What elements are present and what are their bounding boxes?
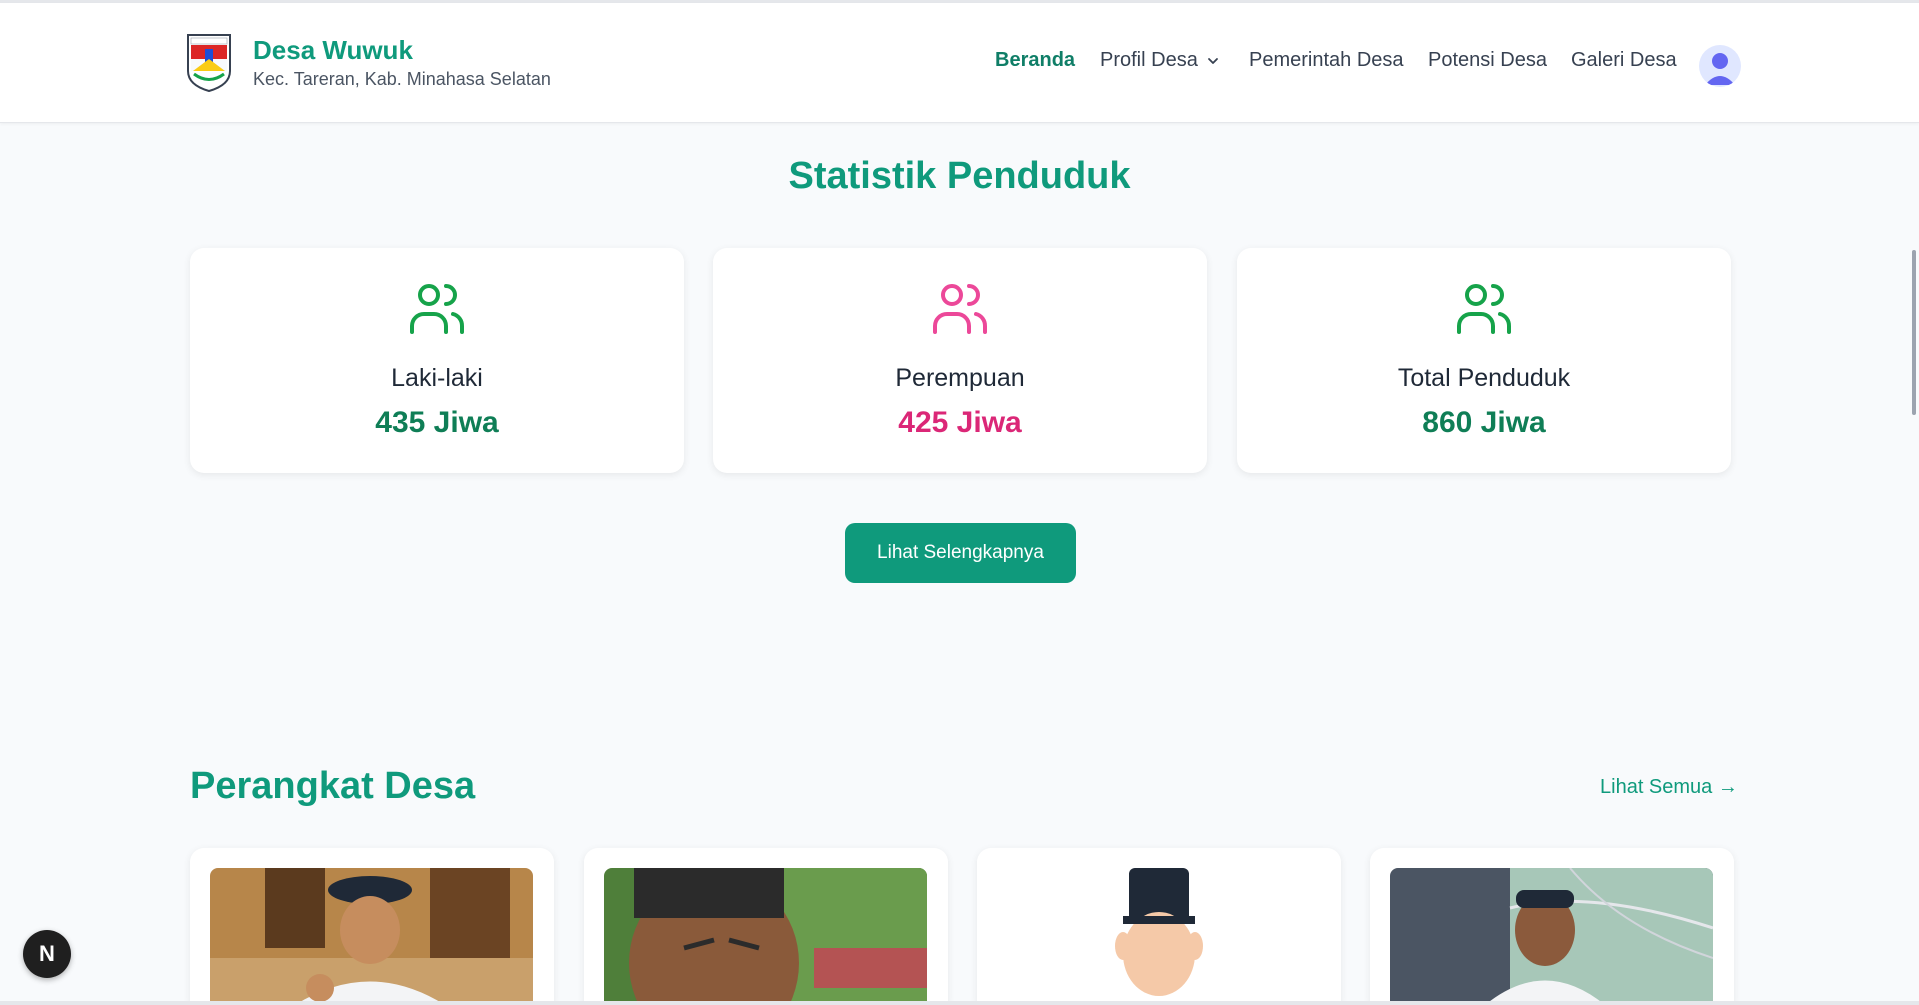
stat-card-total: Total Penduduk 860 Jiwa xyxy=(1237,248,1731,473)
staff-photo xyxy=(997,868,1320,1005)
users-icon xyxy=(933,284,987,334)
stats-title: Statistik Penduduk xyxy=(788,155,1131,197)
avatar[interactable] xyxy=(1699,45,1741,87)
stat-value: 425 Jiwa xyxy=(898,406,1022,439)
navbar: Desa Wuwuk Kec. Tareran, Kab. Minahasa S… xyxy=(0,3,1919,123)
main-nav: Beranda Profil Desa Pemerintah Desa Pote… xyxy=(0,49,1919,89)
staff-section-title: Perangkat Desa xyxy=(190,765,476,807)
staff-photo xyxy=(210,868,533,1005)
users-icon xyxy=(1457,284,1511,334)
nav-item-potensi-desa[interactable]: Potensi Desa xyxy=(1428,49,1547,72)
bottom-border xyxy=(0,1001,1919,1005)
nav-item-beranda[interactable]: Beranda xyxy=(995,49,1075,72)
staff-photo xyxy=(604,868,927,1005)
see-more-button[interactable]: Lihat Selengkapnya xyxy=(845,523,1076,583)
stat-card-female: Perempuan 425 Jiwa xyxy=(713,248,1207,473)
stat-label: Total Penduduk xyxy=(1397,364,1571,392)
stat-value: 860 Jiwa xyxy=(1422,406,1546,439)
users-icon xyxy=(410,284,464,334)
staff-card[interactable] xyxy=(584,848,948,1005)
stat-label: Perempuan xyxy=(895,364,1025,392)
nav-item-pemerintah-desa[interactable]: Pemerintah Desa xyxy=(1249,49,1404,72)
stat-value: 435 Jiwa xyxy=(375,406,499,439)
chevron-down-icon xyxy=(1207,57,1218,64)
nav-item-galeri-desa[interactable]: Galeri Desa xyxy=(1571,49,1677,72)
staff-photo xyxy=(1390,868,1713,1005)
next-badge-icon[interactable]: N xyxy=(23,930,71,978)
staff-card[interactable] xyxy=(190,848,554,1005)
stat-card-male: Laki-laki 435 Jiwa xyxy=(190,248,684,473)
user-icon xyxy=(1705,53,1735,85)
scrollbar[interactable] xyxy=(1912,250,1916,415)
see-all-link[interactable]: Lihat Semua → xyxy=(1600,776,1738,799)
staff-card[interactable] xyxy=(1370,848,1734,1005)
nav-item-label: Profil Desa xyxy=(1100,49,1198,71)
nav-item-profil-desa[interactable]: Profil Desa xyxy=(1100,49,1220,72)
staff-card[interactable] xyxy=(977,848,1341,1005)
stat-label: Laki-laki xyxy=(391,364,483,392)
